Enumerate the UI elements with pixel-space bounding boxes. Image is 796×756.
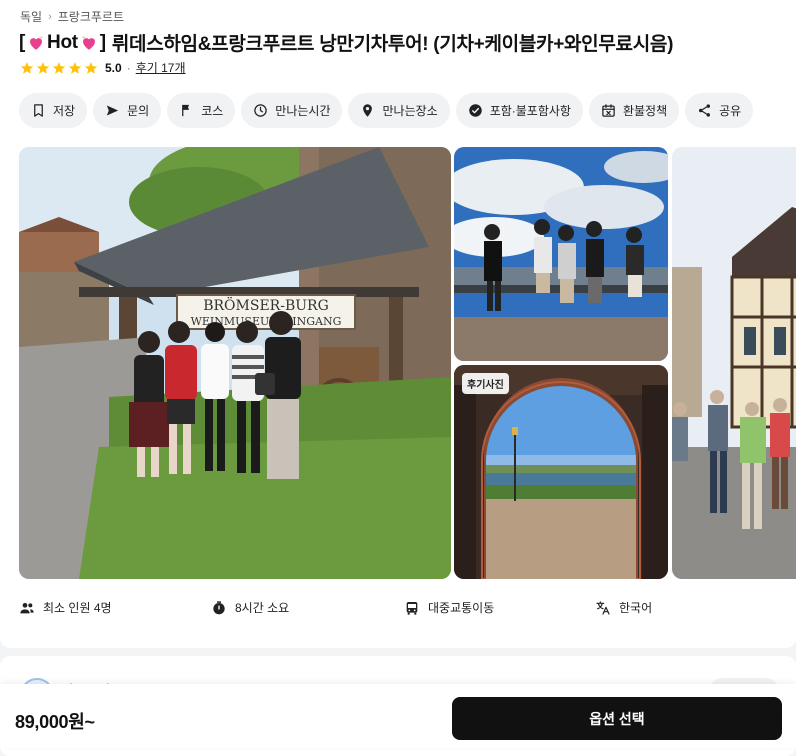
breadcrumb-city[interactable]: 프랑크푸르트 — [58, 8, 124, 25]
inquiry-button-label: 문의 — [127, 104, 150, 118]
inclusions-button[interactable]: 포함·불포함사항 — [455, 93, 583, 128]
action-chips: 저장 문의 코스 만나는시간 만나는장소 포함·불포함사항 환불정책 공유 — [19, 93, 754, 128]
breadcrumb: 독일 › 프랑크푸르트 — [20, 8, 124, 25]
bus-icon — [406, 601, 418, 615]
timer-icon — [213, 600, 225, 614]
fact-min-people: 최소 인원 4명 — [19, 599, 112, 616]
course-button-label: 코스 — [201, 104, 224, 118]
review-photo-badge: 후기사진 — [462, 373, 509, 394]
share-icon — [699, 104, 711, 117]
star-icon — [84, 61, 98, 74]
save-button[interactable]: 저장 — [19, 93, 88, 128]
inquiry-button[interactable]: 문의 — [93, 93, 162, 128]
gallery-photo-2[interactable] — [454, 147, 668, 361]
fact-min-people-label: 최소 인원 4명 — [43, 601, 112, 615]
meeting-place-button[interactable]: 만나는장소 — [348, 93, 450, 128]
title-text: 뤼데스하임&프랑크푸르트 낭만기차투어! (기차+케이블카+와인무료시음) — [111, 34, 674, 55]
sign-text-line1: BRÖMSER-BURG — [203, 296, 329, 314]
page-title: [ Hot ] 뤼데스하임&프랑크푸르트 낭만기차투어! (기차+케이블카+와인… — [19, 29, 673, 56]
title-bracket-open: [ — [19, 31, 26, 53]
group-photo-viewpoint — [454, 147, 668, 361]
share-button-label: 공유 — [719, 104, 742, 118]
meeting-time-button[interactable]: 만나는시간 — [241, 93, 343, 128]
reviews-link[interactable]: 후기 17개 — [136, 59, 186, 76]
location-pin-icon — [363, 104, 373, 117]
select-option-button[interactable]: 옵션 선택 — [452, 697, 782, 740]
gallery-photo-4[interactable] — [672, 147, 796, 579]
save-button-label: 저장 — [53, 104, 76, 118]
star-icon — [20, 61, 34, 74]
fact-duration-label: 8시간 소요 — [235, 601, 290, 615]
bookmark-icon — [34, 104, 43, 117]
title-bracket-close: ] — [99, 31, 106, 53]
separator-dot: · — [126, 60, 131, 75]
star-icon — [52, 61, 66, 74]
fact-language: 한국어 — [595, 599, 652, 616]
sparkling-heart-icon — [30, 35, 44, 50]
old-town-street-photo — [672, 147, 796, 579]
calendar-x-icon — [602, 104, 615, 117]
refund-policy-button[interactable]: 환불정책 — [588, 93, 680, 128]
select-option-button-label: 옵션 선택 — [589, 710, 645, 727]
meeting-time-label: 만나는시간 — [275, 104, 331, 118]
breadcrumb-country[interactable]: 독일 — [20, 8, 42, 25]
price-label: 89,000원~ — [15, 712, 95, 732]
chevron-right-icon: › — [48, 10, 52, 23]
fact-transport: 대중교통이동 — [404, 599, 494, 616]
sparkling-heart-icon — [81, 35, 95, 50]
share-button[interactable]: 공유 — [685, 93, 754, 128]
tour-facts: 최소 인원 4명 8시간 소요 대중교통이동 한국어 — [19, 599, 779, 621]
title-hot-label: Hot — [47, 31, 78, 53]
inclusions-label: 포함·불포함사항 — [489, 104, 571, 118]
translate-icon — [596, 600, 610, 615]
rating-value: 5.0 — [105, 60, 122, 75]
people-icon — [20, 602, 34, 613]
group-photo-castle-entrance: BRÖMSER-BURG WEINMUSEUM-EINGANG — [19, 147, 451, 579]
fact-duration: 8시간 소요 — [211, 599, 289, 616]
refund-policy-label: 환불정책 — [622, 104, 668, 118]
fact-language-label: 한국어 — [619, 601, 653, 615]
archway-photo — [454, 365, 668, 579]
star-icon — [68, 61, 82, 74]
product-header-card: 독일 › 프랑크푸르트 [ Hot ] 뤼데스하임&프랑크푸르트 낭만기차투어!… — [0, 0, 796, 648]
send-icon — [106, 105, 119, 116]
rating-summary: 5.0 · 후기 17개 — [20, 59, 186, 76]
star-icon — [36, 61, 50, 74]
course-button[interactable]: 코스 — [167, 93, 236, 128]
clock-icon — [254, 104, 268, 117]
review-photo[interactable]: 후기사진 — [454, 365, 668, 579]
meeting-place-label: 만나는장소 — [382, 104, 438, 118]
fact-transport-label: 대중교통이동 — [428, 601, 495, 615]
main-photo[interactable]: BRÖMSER-BURG WEINMUSEUM-EINGANG — [19, 147, 451, 579]
flag-icon — [182, 104, 190, 117]
check-circle-icon — [468, 104, 482, 117]
